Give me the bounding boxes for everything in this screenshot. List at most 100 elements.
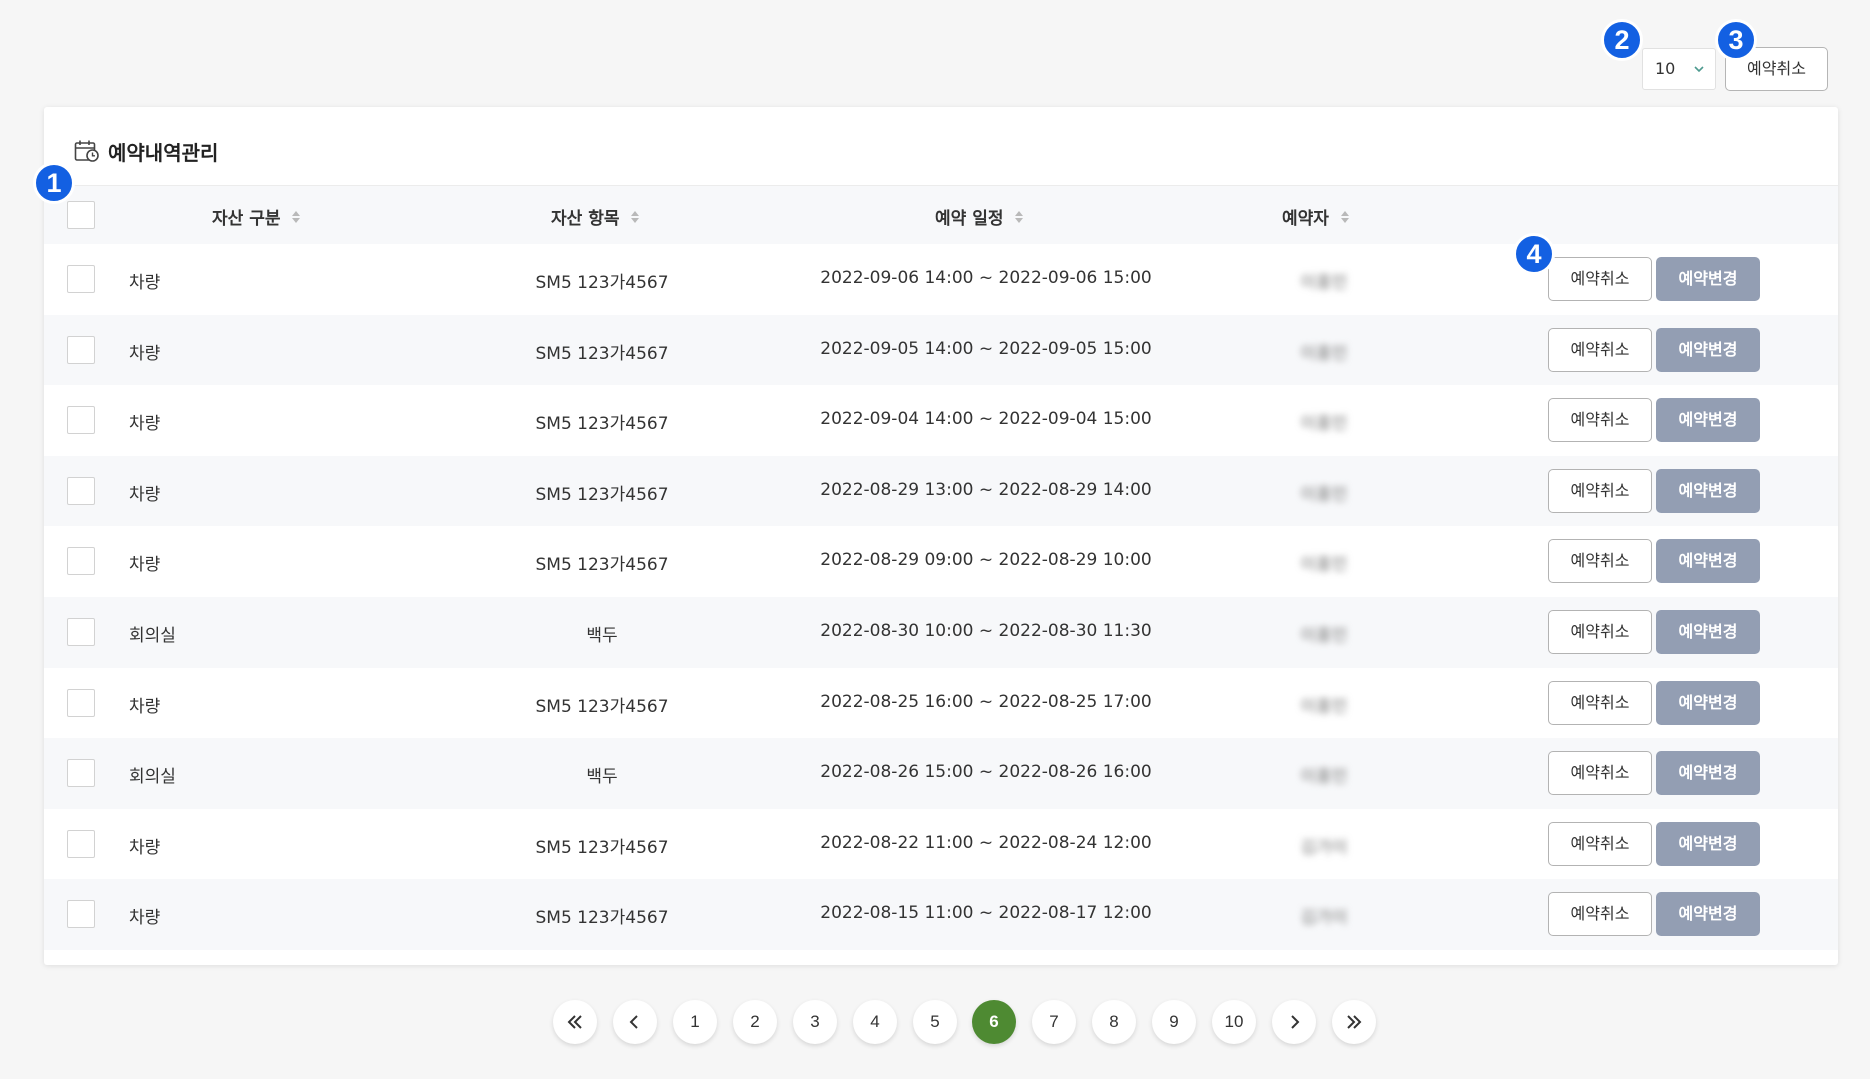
- page-6-button[interactable]: 6: [972, 1000, 1016, 1044]
- schedule: 2022-09-04 14:00 ~ 2022-09-04 15:00: [820, 409, 1152, 430]
- row-checkbox[interactable]: [67, 406, 95, 435]
- asset-type: 차량: [129, 837, 161, 858]
- change-reservation-button[interactable]: 예약변경: [1656, 821, 1760, 866]
- table-header: 자산 구분 자산 항목 예약 일정 예약자: [44, 186, 1838, 244]
- first-page-button[interactable]: [553, 1000, 597, 1044]
- schedule: 2022-08-15 11:00 ~ 2022-08-17 12:00: [820, 903, 1152, 924]
- page-7-button[interactable]: 7: [1032, 1000, 1076, 1044]
- column-header-asset-item[interactable]: 자산 항목: [551, 204, 641, 229]
- table-row: 차량 SM5 123가4567 2022-08-29 13:00 ~ 2022-…: [44, 455, 1838, 527]
- card-title: 예약내역관리: [74, 135, 218, 167]
- row-checkbox[interactable]: [67, 265, 95, 293]
- column-header-schedule[interactable]: 예약 일정: [935, 204, 1025, 229]
- card-title-text: 예약내역관리: [108, 140, 219, 165]
- change-reservation-button[interactable]: 예약변경: [1656, 892, 1760, 937]
- reserver-name: 이홍민: [1300, 484, 1348, 505]
- page-10-button[interactable]: 10: [1212, 1000, 1256, 1044]
- table-row: 차량 SM5 123가4567 2022-09-04 14:00 ~ 2022-…: [44, 385, 1838, 456]
- schedule: 2022-08-22 11:00 ~ 2022-08-24 12:00: [820, 832, 1152, 853]
- change-reservation-button[interactable]: 예약변경: [1656, 539, 1760, 584]
- row-checkbox[interactable]: [67, 900, 95, 929]
- pagination: 1 2 3 4 5 6 7 8 9 10: [0, 1000, 1870, 1044]
- table-row: 차량 SM5 123가4567 2022-09-06 14:00 ~ 2022-…: [44, 244, 1838, 315]
- double-chevron-right-icon: [1347, 1015, 1362, 1029]
- reserver-name: 이홍민: [1300, 414, 1348, 435]
- change-reservation-button[interactable]: 예약변경: [1656, 398, 1760, 443]
- row-checkbox[interactable]: [67, 618, 95, 646]
- page-2-button[interactable]: 2: [733, 1000, 777, 1044]
- table-row: 차량 SM5 123가4567 2022-08-22 11:00 ~ 2022-…: [44, 809, 1838, 880]
- cancel-reservation-button[interactable]: 예약취소: [1548, 327, 1652, 372]
- page-5-button[interactable]: 5: [913, 1000, 957, 1044]
- change-reservation-button[interactable]: 예약변경: [1656, 610, 1760, 654]
- table-row: 차량 SM5 123가4567 2022-08-15 11:00 ~ 2022-…: [44, 879, 1838, 950]
- row-checkbox[interactable]: [67, 829, 95, 858]
- cancel-reservation-button[interactable]: 예약취소: [1548, 257, 1652, 301]
- table-row: 차량 SM5 123가4567 2022-08-25 16:00 ~ 2022-…: [44, 668, 1838, 739]
- page-4-button[interactable]: 4: [853, 1000, 897, 1044]
- row-checkbox[interactable]: [67, 547, 95, 576]
- page-8-button[interactable]: 8: [1092, 1000, 1136, 1044]
- table-row: 회의실 백두 2022-08-26 15:00 ~ 2022-08-26 16:…: [44, 738, 1838, 809]
- cancel-reservation-button[interactable]: 예약취소: [1548, 821, 1652, 866]
- asset-type: 차량: [129, 484, 161, 505]
- change-reservation-button[interactable]: 예약변경: [1656, 680, 1760, 725]
- asset-type: 차량: [129, 696, 161, 717]
- change-reservation-button[interactable]: 예약변경: [1656, 468, 1760, 513]
- row-checkbox[interactable]: [67, 335, 95, 364]
- asset-type: 차량: [129, 343, 161, 364]
- prev-page-button[interactable]: [613, 1000, 657, 1044]
- asset-item: SM5 123가4567: [535, 484, 669, 505]
- cancel-reservation-button[interactable]: 예약취소: [1548, 539, 1652, 584]
- next-page-button[interactable]: [1272, 1000, 1316, 1044]
- asset-item: 백두: [586, 626, 618, 646]
- change-reservation-button[interactable]: 예약변경: [1656, 751, 1760, 796]
- chevron-down-icon: [1694, 66, 1704, 73]
- annotation-badge-1: 1: [33, 162, 75, 204]
- asset-item: SM5 123가4567: [535, 343, 669, 364]
- cancel-reservation-button[interactable]: 예약취소: [1548, 892, 1652, 937]
- schedule: 2022-09-06 14:00 ~ 2022-09-06 15:00: [820, 268, 1152, 288]
- change-reservation-button[interactable]: 예약변경: [1656, 327, 1760, 372]
- sort-icon: [1340, 210, 1349, 223]
- annotation-badge-4: 4: [1513, 233, 1555, 275]
- sort-icon: [1015, 210, 1024, 223]
- row-checkbox[interactable]: [67, 688, 95, 717]
- cancel-reservation-button[interactable]: 예약취소: [1548, 398, 1652, 443]
- reserver-name: 김가이: [1300, 908, 1348, 929]
- row-checkbox[interactable]: [67, 476, 95, 505]
- reserver-name: 이홍민: [1300, 273, 1348, 293]
- page-3-button[interactable]: 3: [793, 1000, 837, 1044]
- column-header-reserver[interactable]: 예약자: [1282, 204, 1351, 229]
- column-header-asset-type[interactable]: 자산 구분: [212, 204, 302, 229]
- asset-item: SM5 123가4567: [535, 908, 669, 929]
- schedule: 2022-08-26 15:00 ~ 2022-08-26 16:00: [820, 762, 1152, 783]
- select-all-checkbox[interactable]: [67, 201, 95, 229]
- change-reservation-button[interactable]: 예약변경: [1656, 257, 1760, 301]
- cancel-reservation-button[interactable]: 예약취소: [1548, 751, 1652, 796]
- sort-icon: [292, 210, 301, 223]
- row-checkbox[interactable]: [67, 759, 95, 788]
- cancel-reservation-button[interactable]: 예약취소: [1548, 680, 1652, 725]
- page-9-button[interactable]: 9: [1152, 1000, 1196, 1044]
- annotation-badge-3: 3: [1715, 19, 1757, 61]
- asset-item: SM5 123가4567: [535, 837, 669, 858]
- reserver-name: 이홍민: [1300, 343, 1348, 364]
- last-page-button[interactable]: [1332, 1000, 1376, 1044]
- cancel-reservation-button[interactable]: 예약취소: [1548, 610, 1652, 654]
- reserver-name: 이홍민: [1300, 767, 1348, 788]
- per-page-select[interactable]: 10: [1642, 48, 1716, 90]
- asset-item: SM5 123가4567: [535, 414, 669, 435]
- reserver-name: 이홍민: [1300, 555, 1348, 576]
- reserver-name: 김가이: [1300, 837, 1348, 858]
- asset-type: 차량: [129, 908, 161, 929]
- page-1-button[interactable]: 1: [673, 1000, 717, 1044]
- table-row: 차량 SM5 123가4567 2022-08-29 09:00 ~ 2022-…: [44, 526, 1838, 597]
- asset-type: 차량: [129, 273, 161, 293]
- asset-type: 회의실: [129, 626, 176, 646]
- asset-item: SM5 123가4567: [535, 696, 669, 717]
- cancel-reservation-button[interactable]: 예약취소: [1548, 468, 1652, 513]
- per-page-value: 10: [1655, 59, 1676, 78]
- asset-item: 백두: [586, 767, 618, 788]
- double-chevron-left-icon: [567, 1015, 582, 1029]
